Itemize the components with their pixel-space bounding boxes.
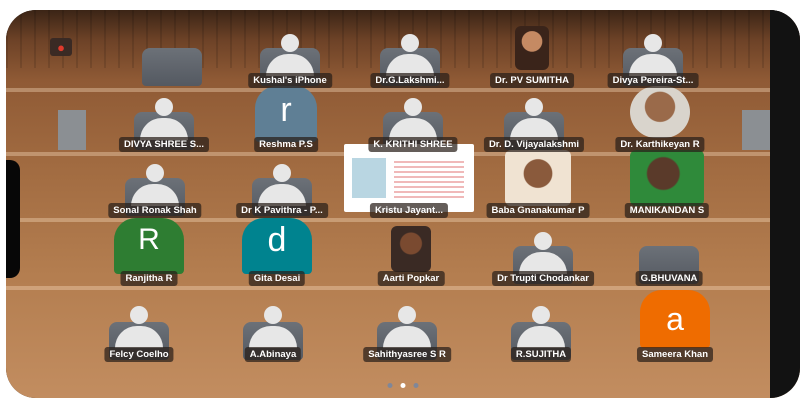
participant-tile[interactable]: Dr K Pavithra - P... <box>226 158 338 218</box>
slide-text <box>394 158 464 198</box>
device-edge <box>770 10 800 398</box>
participant-tile[interactable]: Aarti Popkar <box>366 226 456 286</box>
participant-tile[interactable]: Dr. PV SUMITHA <box>484 22 580 88</box>
participant-video <box>515 26 549 70</box>
participant-name: Gita Desai <box>248 271 306 286</box>
participant-placeholder <box>519 232 567 274</box>
immersive-view-background: ● Kushal's iPhone Dr.G.Lakshmi... Dr. PV… <box>6 10 800 398</box>
participant-name: R.SUJITHA <box>510 347 572 362</box>
participant-tile[interactable]: R Ranjitha R <box>106 216 192 286</box>
participant-tile[interactable]: r Reshma P.S <box>244 82 328 152</box>
participant-name: Divya Pereira-St... <box>607 73 699 88</box>
participant-tile[interactable] <box>132 28 212 86</box>
page-dot-active[interactable] <box>400 383 406 388</box>
side-shelf <box>58 110 86 150</box>
participant-placeholder <box>140 98 188 140</box>
participant-tile[interactable]: Dr Trupti Chodankar <box>478 226 608 286</box>
participant-placeholder <box>131 164 179 206</box>
participant-avatar: r <box>255 86 317 142</box>
screen-share-tile[interactable]: Kristu Jayant... <box>344 144 474 218</box>
participant-tile[interactable]: MANIKANDAN S <box>612 150 722 218</box>
participant-tile[interactable]: d Gita Desai <box>234 216 320 286</box>
phone-screen: ● Kushal's iPhone Dr.G.Lakshmi... Dr. PV… <box>6 10 800 398</box>
participant-tile[interactable]: Dr. Karthikeyan R <box>604 84 716 152</box>
participant-name: Dr. D. Vijayalakshmi <box>483 137 585 152</box>
participant-name: A.Abinaya <box>244 347 302 362</box>
participant-placeholder <box>510 98 558 140</box>
participant-name: Ranjitha R <box>120 271 178 286</box>
participant-name: Sonal Ronak Shah <box>108 203 202 218</box>
participant-placeholder <box>389 98 437 140</box>
recording-icon[interactable]: ● <box>50 38 72 56</box>
participant-placeholder <box>258 164 306 206</box>
participant-tile[interactable]: R.SUJITHA <box>496 300 586 362</box>
participant-placeholder <box>249 306 297 348</box>
participant-placeholder <box>115 306 163 348</box>
page-indicator[interactable] <box>387 383 419 388</box>
participant-video <box>505 150 571 206</box>
participant-avatar: R <box>114 218 184 274</box>
participant-tile[interactable]: a Sameera Khan <box>628 290 722 362</box>
participant-avatar: d <box>242 218 312 274</box>
participant-name: Sahithyasree S R <box>363 347 451 362</box>
participant-tile[interactable]: Sahithyasree S R <box>352 300 462 362</box>
participant-name: Baba Gnanakumar P <box>486 203 590 218</box>
participant-video <box>630 150 704 206</box>
participant-tile[interactable]: Sonal Ronak Shah <box>100 158 210 218</box>
participant-name: Sameera Khan <box>636 347 714 362</box>
side-shelf <box>742 110 770 150</box>
participant-name: K. KRITHI SHREE <box>368 137 458 152</box>
participant-placeholder <box>383 306 431 348</box>
participant-avatar: a <box>640 290 710 348</box>
page-dot[interactable] <box>387 383 393 388</box>
participant-tile[interactable]: DIVYA SHREE S... <box>108 92 220 152</box>
shared-screen <box>344 144 474 212</box>
participant-name: DIVYA SHREE S... <box>118 137 210 152</box>
participant-name: Felcy Coelho <box>104 347 174 362</box>
participant-tile[interactable]: K. KRITHI SHREE <box>358 92 468 152</box>
participant-name: Aarti Popkar <box>377 271 445 286</box>
participant-name: G.BHUVANA <box>635 271 703 286</box>
participant-placeholder <box>386 34 434 76</box>
participant-name: Dr K Pavithra - P... <box>236 203 328 218</box>
participant-video <box>391 226 431 272</box>
participant-name: Dr.G.Lakshmi... <box>370 73 450 88</box>
participant-tile[interactable]: A.Abinaya <box>228 300 318 362</box>
participant-placeholder <box>629 34 677 76</box>
participant-tile[interactable]: Dr.G.Lakshmi... <box>362 28 458 88</box>
participant-name: Dr. Karthikeyan R <box>615 137 705 152</box>
participant-tile[interactable]: Kushal's iPhone <box>242 28 338 88</box>
participant-video <box>630 86 690 138</box>
participant-tile[interactable]: Baba Gnanakumar P <box>476 150 600 218</box>
participant-tile[interactable]: G.BHUVANA <box>624 226 714 286</box>
participant-tile[interactable]: Divya Pereira-St... <box>598 28 708 88</box>
participant-tile[interactable]: Dr. D. Vijayalakshmi <box>474 92 594 152</box>
participant-placeholder <box>517 306 565 348</box>
participant-placeholder <box>266 34 314 76</box>
seat <box>142 48 202 86</box>
participant-name: MANIKANDAN S <box>624 203 710 218</box>
participant-tile[interactable]: Felcy Coelho <box>94 300 184 362</box>
participant-name: Kristu Jayant... <box>369 203 449 218</box>
device-notch <box>6 160 20 278</box>
slide-image <box>352 158 386 198</box>
page-dot[interactable] <box>413 383 419 388</box>
participant-name: Reshma P.S <box>254 137 318 152</box>
participant-name: Kushal's iPhone <box>248 73 332 88</box>
participant-name: Dr Trupti Chodankar <box>492 271 594 286</box>
participant-name: Dr. PV SUMITHA <box>490 73 574 88</box>
